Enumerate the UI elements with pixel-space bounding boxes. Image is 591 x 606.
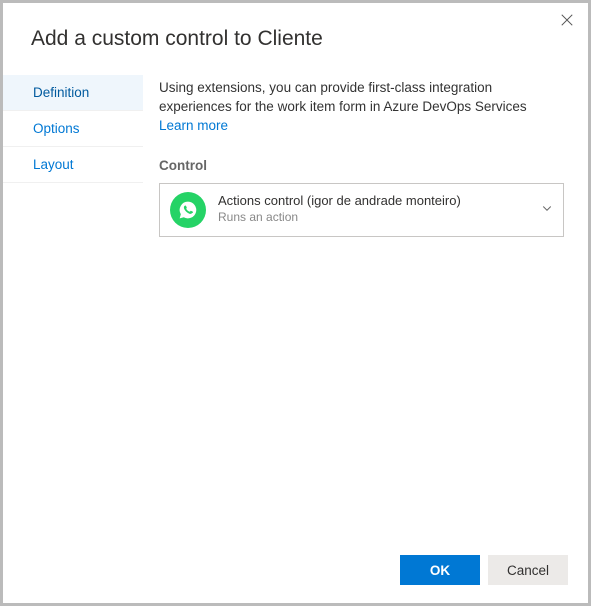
sidebar-item-layout[interactable]: Layout bbox=[3, 147, 143, 183]
dialog-footer: OK Cancel bbox=[3, 541, 588, 603]
close-button[interactable] bbox=[556, 11, 578, 33]
dialog-header: Add a custom control to Cliente bbox=[3, 3, 588, 67]
main-panel: Using extensions, you can provide first-… bbox=[143, 67, 588, 541]
sidebar-item-label: Options bbox=[33, 121, 80, 136]
sidebar: Definition Options Layout bbox=[3, 67, 143, 541]
whatsapp-icon bbox=[170, 192, 206, 228]
control-title: Actions control (igor de andrade monteir… bbox=[218, 193, 529, 210]
control-dropdown[interactable]: Actions control (igor de andrade monteir… bbox=[159, 183, 564, 237]
dialog-body: Definition Options Layout Using extensio… bbox=[3, 67, 588, 541]
sidebar-item-label: Definition bbox=[33, 85, 89, 100]
chevron-down-icon bbox=[541, 201, 553, 219]
control-text: Actions control (igor de andrade monteir… bbox=[218, 193, 529, 225]
ok-button[interactable]: OK bbox=[400, 555, 480, 585]
cancel-button[interactable]: Cancel bbox=[488, 555, 568, 585]
control-section-label: Control bbox=[159, 158, 564, 173]
sidebar-item-label: Layout bbox=[33, 157, 74, 172]
dialog-title: Add a custom control to Cliente bbox=[31, 27, 560, 51]
dialog: Add a custom control to Cliente Definiti… bbox=[3, 3, 588, 603]
control-subtitle: Runs an action bbox=[218, 210, 529, 226]
close-icon bbox=[561, 13, 573, 31]
learn-more-link[interactable]: Learn more bbox=[159, 118, 228, 133]
description: Using extensions, you can provide first-… bbox=[159, 79, 564, 136]
description-text: Using extensions, you can provide first-… bbox=[159, 80, 527, 114]
sidebar-item-definition[interactable]: Definition bbox=[3, 75, 143, 111]
sidebar-item-options[interactable]: Options bbox=[3, 111, 143, 147]
